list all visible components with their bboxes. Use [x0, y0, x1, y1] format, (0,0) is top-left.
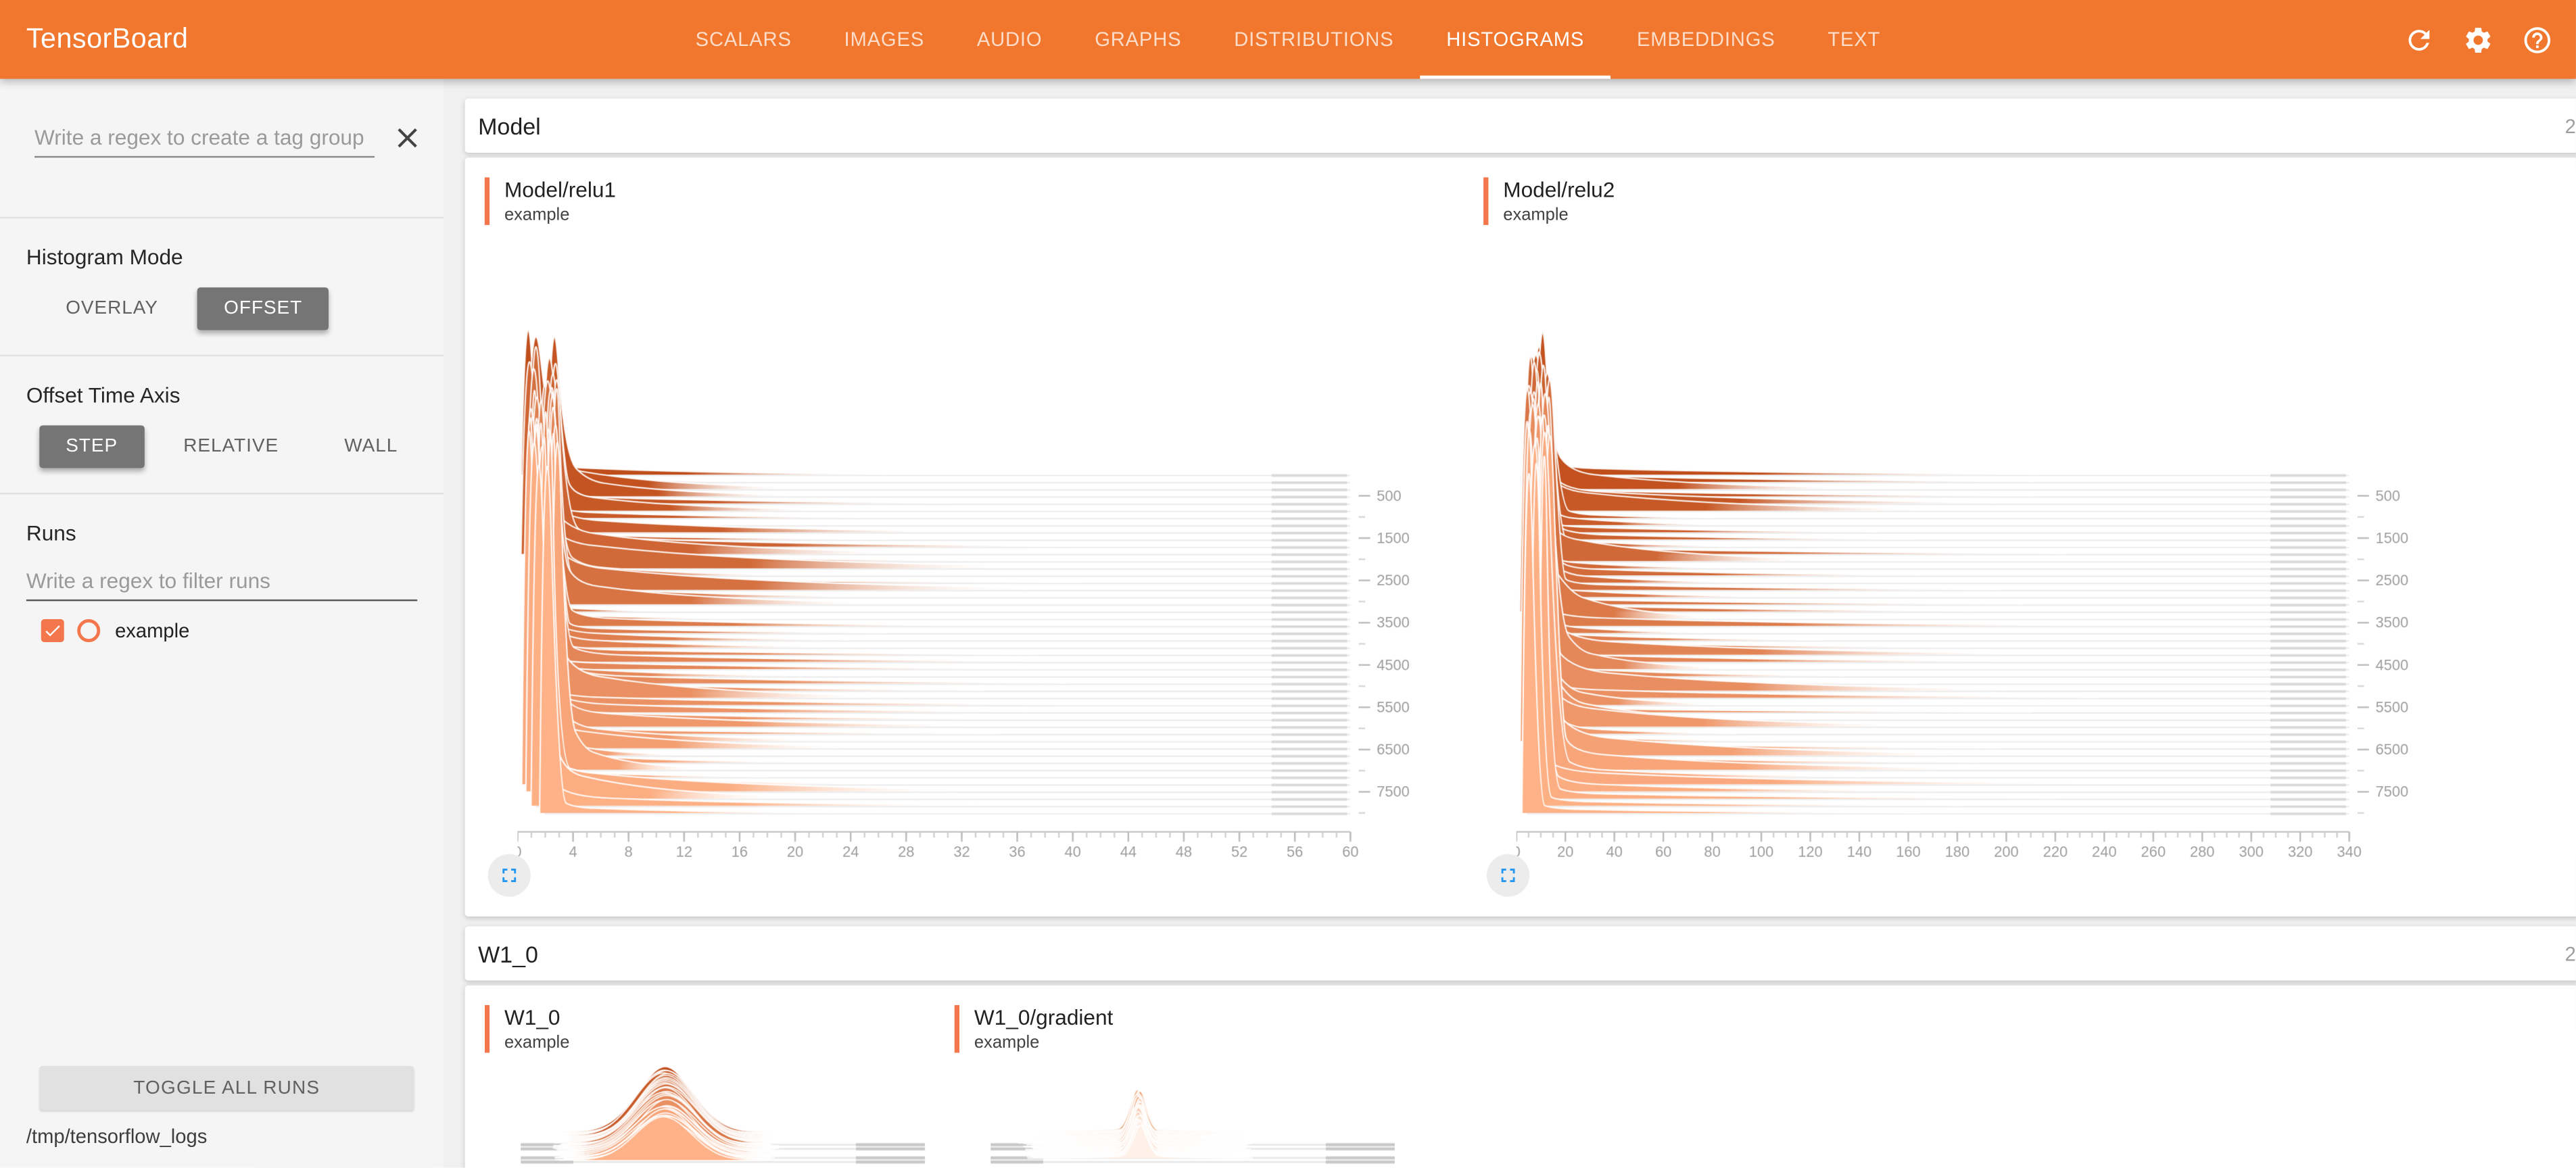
chart-run-label: example [974, 1032, 1113, 1052]
chart-header: W1_0example [485, 1005, 955, 1052]
histogram-mode-offset-button[interactable]: OFFSET [197, 287, 329, 330]
content: Model 2 Model/relu1 example Model/relu2 examp… [444, 79, 2576, 1168]
run-list: example [0, 601, 444, 642]
chart-title: W1_0 [504, 1005, 569, 1031]
histogram-canvas[interactable] [1517, 254, 2430, 858]
app-title: TensorBoard [26, 23, 189, 56]
help-icon[interactable] [2522, 24, 2553, 55]
expand-chart-button[interactable] [488, 854, 531, 896]
refresh-icon[interactable] [2404, 24, 2435, 55]
nav-tabs: SCALARSIMAGESAUDIOGRAPHSDISTRIBUTIONSHIS… [669, 0, 1907, 79]
section-title: W1_0 [478, 940, 538, 967]
chart-title: Model/relu1 [504, 177, 616, 203]
section-charts-model: Model/relu1 example Model/relu2 example [465, 157, 2576, 917]
section-title: Model [478, 112, 541, 139]
section-chart-count: 2 [2565, 114, 2576, 137]
histogram-chart-model-relu1: Model/relu1 example [485, 177, 1483, 858]
tag-filter-input[interactable] [34, 122, 375, 157]
run-name: example [115, 619, 189, 642]
sidebar: Histogram Mode OVERLAY OFFSET Offset Time… [0, 79, 444, 1168]
time-axis-relative-button[interactable]: RELATIVE [157, 425, 305, 468]
divider [0, 355, 444, 356]
chart-header: Model/relu2 example [1483, 177, 2482, 224]
run-color-dot [77, 619, 100, 642]
run-color-bar [485, 1005, 490, 1052]
run-color-bar [1483, 177, 1488, 224]
chart-title: W1_0/gradient [974, 1005, 1113, 1031]
section-chart-count: 2 [2565, 942, 2576, 965]
run-checkbox[interactable] [41, 619, 64, 642]
settings-icon[interactable] [2462, 24, 2494, 55]
histogram-mode-overlay-button[interactable]: OVERLAY [39, 287, 185, 330]
histogram-canvas[interactable] [517, 1058, 928, 1167]
time-axis-step-button[interactable]: STEP [39, 425, 144, 468]
divider [0, 493, 444, 494]
toggle-all-runs-button[interactable]: TOGGLE ALL RUNS [39, 1066, 414, 1111]
section-header-w1_0: W1_0 2 [465, 926, 2576, 980]
section-charts-w1_0: W1_0exampleW1_0/gradientexample [465, 986, 2576, 1168]
offset-time-axis-label: Offset Time Axis [26, 383, 444, 407]
close-icon[interactable] [391, 122, 424, 155]
run-color-bar [955, 1005, 959, 1052]
run-color-bar [485, 177, 490, 224]
chart-header: Model/relu1 example [485, 177, 1483, 224]
chart-run-label: example [504, 205, 616, 224]
tag-filter-row [34, 122, 424, 157]
sidebar-spacer [0, 642, 444, 1066]
app-bar: TensorBoard SCALARSIMAGESAUDIOGRAPHSDIST… [0, 0, 2576, 79]
chart-header: W1_0/gradientexample [955, 1005, 1425, 1052]
histogram-mode-options: OVERLAY OFFSET [39, 287, 444, 330]
run-item-example[interactable]: example [41, 619, 444, 642]
tab-embeddings[interactable]: EMBEDDINGS [1611, 0, 1801, 79]
offset-time-axis-options: STEP RELATIVE WALL [39, 425, 444, 468]
histogram-chart-w1_0-gradient: W1_0/gradientexample [955, 1005, 1425, 1168]
divider [0, 217, 444, 218]
histogram-chart-model-relu2: Model/relu2 example [1483, 177, 2482, 858]
tensorboard-app: TensorBoard SCALARSIMAGESAUDIOGRAPHSDIST… [0, 0, 2576, 1168]
log-directory-path: /tmp/tensorflow_logs [26, 1125, 444, 1148]
tab-graphs[interactable]: GRAPHS [1068, 0, 1208, 79]
fullscreen-icon [1497, 864, 1520, 887]
chart-run-label: example [504, 1032, 569, 1052]
tab-distributions[interactable]: DISTRIBUTIONS [1208, 0, 1420, 79]
fullscreen-icon [498, 864, 521, 887]
tab-audio[interactable]: AUDIO [951, 0, 1068, 79]
expand-chart-button[interactable] [1487, 854, 1529, 896]
histogram-chart-w1_0: W1_0example [485, 1005, 955, 1168]
runs-filter-row [26, 565, 417, 601]
app-bar-icons [2404, 0, 2553, 79]
tab-scalars[interactable]: SCALARS [669, 0, 818, 79]
tab-images[interactable]: IMAGES [818, 0, 951, 79]
chart-run-label: example [1503, 205, 1615, 224]
runs-label: Runs [26, 520, 444, 545]
tab-histograms[interactable]: HISTOGRAMS [1420, 0, 1611, 79]
histogram-canvas[interactable] [517, 254, 1431, 858]
chart-title: Model/relu2 [1503, 177, 1615, 203]
run-filter-input[interactable] [26, 565, 417, 601]
histogram-mode-label: Histogram Mode [26, 245, 444, 269]
section-header-model: Model 2 [465, 99, 2576, 153]
time-axis-wall-button[interactable]: WALL [318, 425, 424, 468]
tab-text[interactable]: TEXT [1801, 0, 1907, 79]
histogram-canvas[interactable] [987, 1058, 1398, 1167]
